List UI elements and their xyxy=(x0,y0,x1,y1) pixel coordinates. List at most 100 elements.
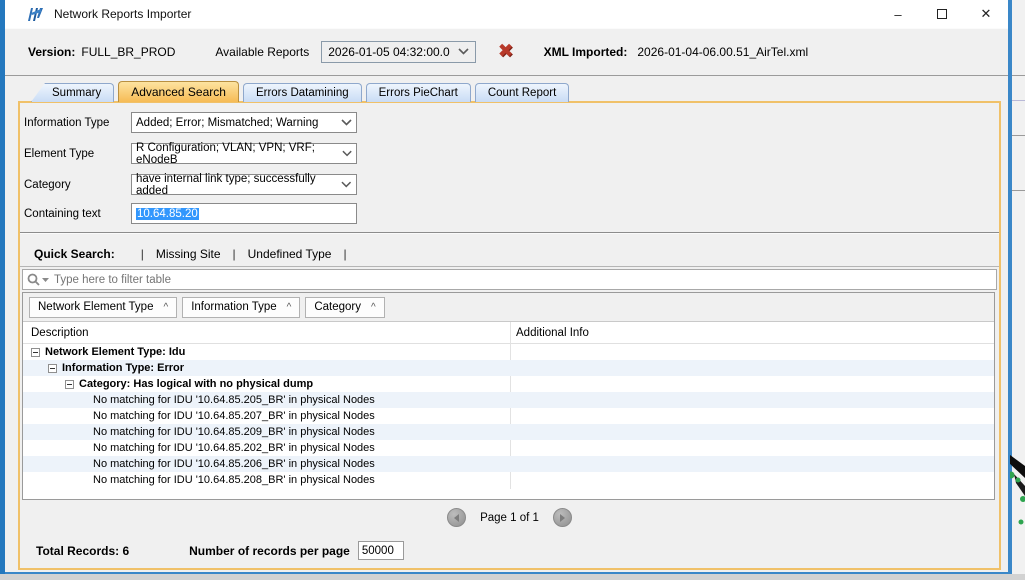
xml-imported-value: 2026-01-04-06.00.51_AirTel.xml xyxy=(637,45,808,59)
next-page-icon xyxy=(560,514,565,522)
version-value: FULL_BR_PROD xyxy=(81,45,175,59)
top-toolbar: Version: FULL_BR_PROD Available Reports … xyxy=(5,28,1008,76)
sort-caret-icon[interactable]: ^ xyxy=(163,302,168,313)
previous-page-icon xyxy=(454,514,459,522)
available-reports-select[interactable]: 2026-01-05 04:32:00.0 xyxy=(321,41,475,63)
row-text: No matching for IDU '10.64.85.206_BR' in… xyxy=(93,458,375,470)
row-text: No matching for IDU '10.64.85.207_BR' in… xyxy=(93,410,375,422)
maximize-icon xyxy=(937,9,947,19)
quick-search-missing-site[interactable]: Missing Site xyxy=(156,247,221,261)
separator xyxy=(20,232,999,233)
table-row[interactable]: No matching for IDU '10.64.85.209_BR' in… xyxy=(23,424,994,440)
tab-errors-datamining[interactable]: Errors Datamining xyxy=(243,83,362,102)
row-text: Category: Has logical with no physical d… xyxy=(79,378,313,390)
desktop-bottom-strip xyxy=(0,574,1025,580)
chevron-down-icon xyxy=(341,119,352,126)
row-text: No matching for IDU '10.64.85.208_BR' in… xyxy=(93,474,375,486)
containing-text-value: 10.64.85.20 xyxy=(136,208,199,220)
xml-imported-label: XML Imported: xyxy=(544,45,628,59)
table-row[interactable]: Category: Has logical with no physical d… xyxy=(23,376,994,392)
element-type-label: Element Type xyxy=(24,148,131,160)
delete-report-button[interactable]: ✖ xyxy=(498,42,514,61)
tab-advanced-search[interactable]: Advanced Search xyxy=(118,81,239,102)
grouping-chips-row: Network Element Type ^ Information Type … xyxy=(23,293,994,322)
filter-input[interactable] xyxy=(54,274,992,286)
close-button[interactable]: ✕ xyxy=(964,0,1008,28)
tab-errors-piechart[interactable]: Errors PieChart xyxy=(366,83,471,102)
column-header-description[interactable]: Description xyxy=(23,327,510,339)
containing-text-input[interactable]: 10.64.85.20 xyxy=(131,203,357,224)
filter-options-chevron-icon[interactable] xyxy=(42,277,49,282)
available-reports-value: 2026-01-05 04:32:00.0 xyxy=(328,45,449,59)
table-row[interactable]: No matching for IDU '10.64.85.206_BR' in… xyxy=(23,456,994,472)
row-text: Information Type: Error xyxy=(62,362,184,374)
minimize-button[interactable]: – xyxy=(876,0,920,28)
information-type-select[interactable]: Added; Error; Mismatched; Warning xyxy=(131,112,357,133)
information-type-value: Added; Error; Mismatched; Warning xyxy=(136,117,318,129)
table-filter-field[interactable] xyxy=(22,269,997,290)
records-per-page-label: Number of records per page xyxy=(189,544,350,558)
tab-summary[interactable]: Summary xyxy=(31,83,114,102)
report-tabs: Summary Advanced Search Errors Dataminin… xyxy=(31,82,573,102)
advanced-search-panel: Information Type Added; Error; Mismatche… xyxy=(18,101,1001,570)
version-label: Version: xyxy=(28,45,75,59)
quick-search-undefined-type[interactable]: Undefined Type xyxy=(248,247,332,261)
previous-page-button[interactable] xyxy=(447,508,466,527)
row-text: No matching for IDU '10.64.85.205_BR' in… xyxy=(93,394,375,406)
next-page-button[interactable] xyxy=(553,508,572,527)
row-text: Network Element Type: Idu xyxy=(45,346,185,358)
table-row[interactable]: Network Element Type: Idu xyxy=(23,344,994,360)
search-icon xyxy=(27,273,41,287)
group-chip-information-type[interactable]: Information Type ^ xyxy=(182,297,300,318)
titlebar: Network Reports Importer – ✕ xyxy=(5,0,1008,28)
chip-label: Information Type xyxy=(191,301,276,313)
group-chip-category[interactable]: Category ^ xyxy=(305,297,384,318)
collapse-icon[interactable] xyxy=(65,380,74,389)
table-footer: Total Records: 6 Number of records per p… xyxy=(36,541,404,560)
sort-caret-icon[interactable]: ^ xyxy=(371,302,376,313)
separator xyxy=(20,266,999,267)
collapse-icon[interactable] xyxy=(31,348,40,357)
row-text: No matching for IDU '10.64.85.209_BR' in… xyxy=(93,426,375,438)
table-row[interactable]: No matching for IDU '10.64.85.207_BR' in… xyxy=(23,408,994,424)
chevron-down-icon xyxy=(341,181,352,188)
records-per-page-input[interactable] xyxy=(358,541,404,560)
quick-search-label: Quick Search: xyxy=(34,247,115,261)
element-type-value: R Configuration; VLAN; VPN; VRF; eNodeB xyxy=(136,142,342,166)
page-indicator: Page 1 of 1 xyxy=(480,512,539,524)
form-row-containing-text: Containing text 10.64.85.20 xyxy=(24,203,357,224)
table-header-row: Description Additional Info xyxy=(23,322,994,344)
maximize-button[interactable] xyxy=(920,0,964,28)
window-title: Network Reports Importer xyxy=(54,7,191,21)
form-row-information-type: Information Type Added; Error; Mismatche… xyxy=(24,112,357,133)
table-row[interactable]: Information Type: Error xyxy=(23,360,994,376)
table-row[interactable]: No matching for IDU '10.64.85.205_BR' in… xyxy=(23,392,994,408)
chevron-down-icon xyxy=(342,150,352,157)
pagination: Page 1 of 1 xyxy=(20,508,999,527)
table-row[interactable]: No matching for IDU '10.64.85.208_BR' in… xyxy=(23,472,994,488)
containing-text-label: Containing text xyxy=(24,208,131,220)
separator-pipe: | xyxy=(141,247,144,261)
chip-label: Network Element Type xyxy=(38,301,153,313)
row-text: No matching for IDU '10.64.85.202_BR' in… xyxy=(93,442,375,454)
total-records-label: Total Records: 6 xyxy=(36,544,129,558)
quick-search-bar: Quick Search: | Missing Site | Undefined… xyxy=(34,243,359,265)
category-select[interactable]: have internal link type; successfully ad… xyxy=(131,174,357,195)
chevron-down-icon xyxy=(458,48,469,55)
results-table: Network Element Type ^ Information Type … xyxy=(22,292,995,500)
form-row-element-type: Element Type R Configuration; VLAN; VPN;… xyxy=(24,143,357,164)
element-type-select[interactable]: R Configuration; VLAN; VPN; VRF; eNodeB xyxy=(131,143,357,164)
sort-caret-icon[interactable]: ^ xyxy=(287,302,292,313)
information-type-label: Information Type xyxy=(24,117,131,129)
tab-count-report[interactable]: Count Report xyxy=(475,83,569,102)
column-header-additional-info[interactable]: Additional Info xyxy=(510,327,589,339)
collapse-icon[interactable] xyxy=(48,364,57,373)
category-value: have internal link type; successfully ad… xyxy=(136,173,341,197)
table-row[interactable]: No matching for IDU '10.64.85.202_BR' in… xyxy=(23,440,994,456)
category-label: Category xyxy=(24,179,131,191)
app-window: Network Reports Importer – ✕ Version: FU… xyxy=(5,0,1010,574)
form-row-category: Category have internal link type; succes… xyxy=(24,174,357,195)
separator-pipe: | xyxy=(233,247,236,261)
available-reports-label: Available Reports xyxy=(215,45,309,59)
group-chip-network-element-type[interactable]: Network Element Type ^ xyxy=(29,297,177,318)
